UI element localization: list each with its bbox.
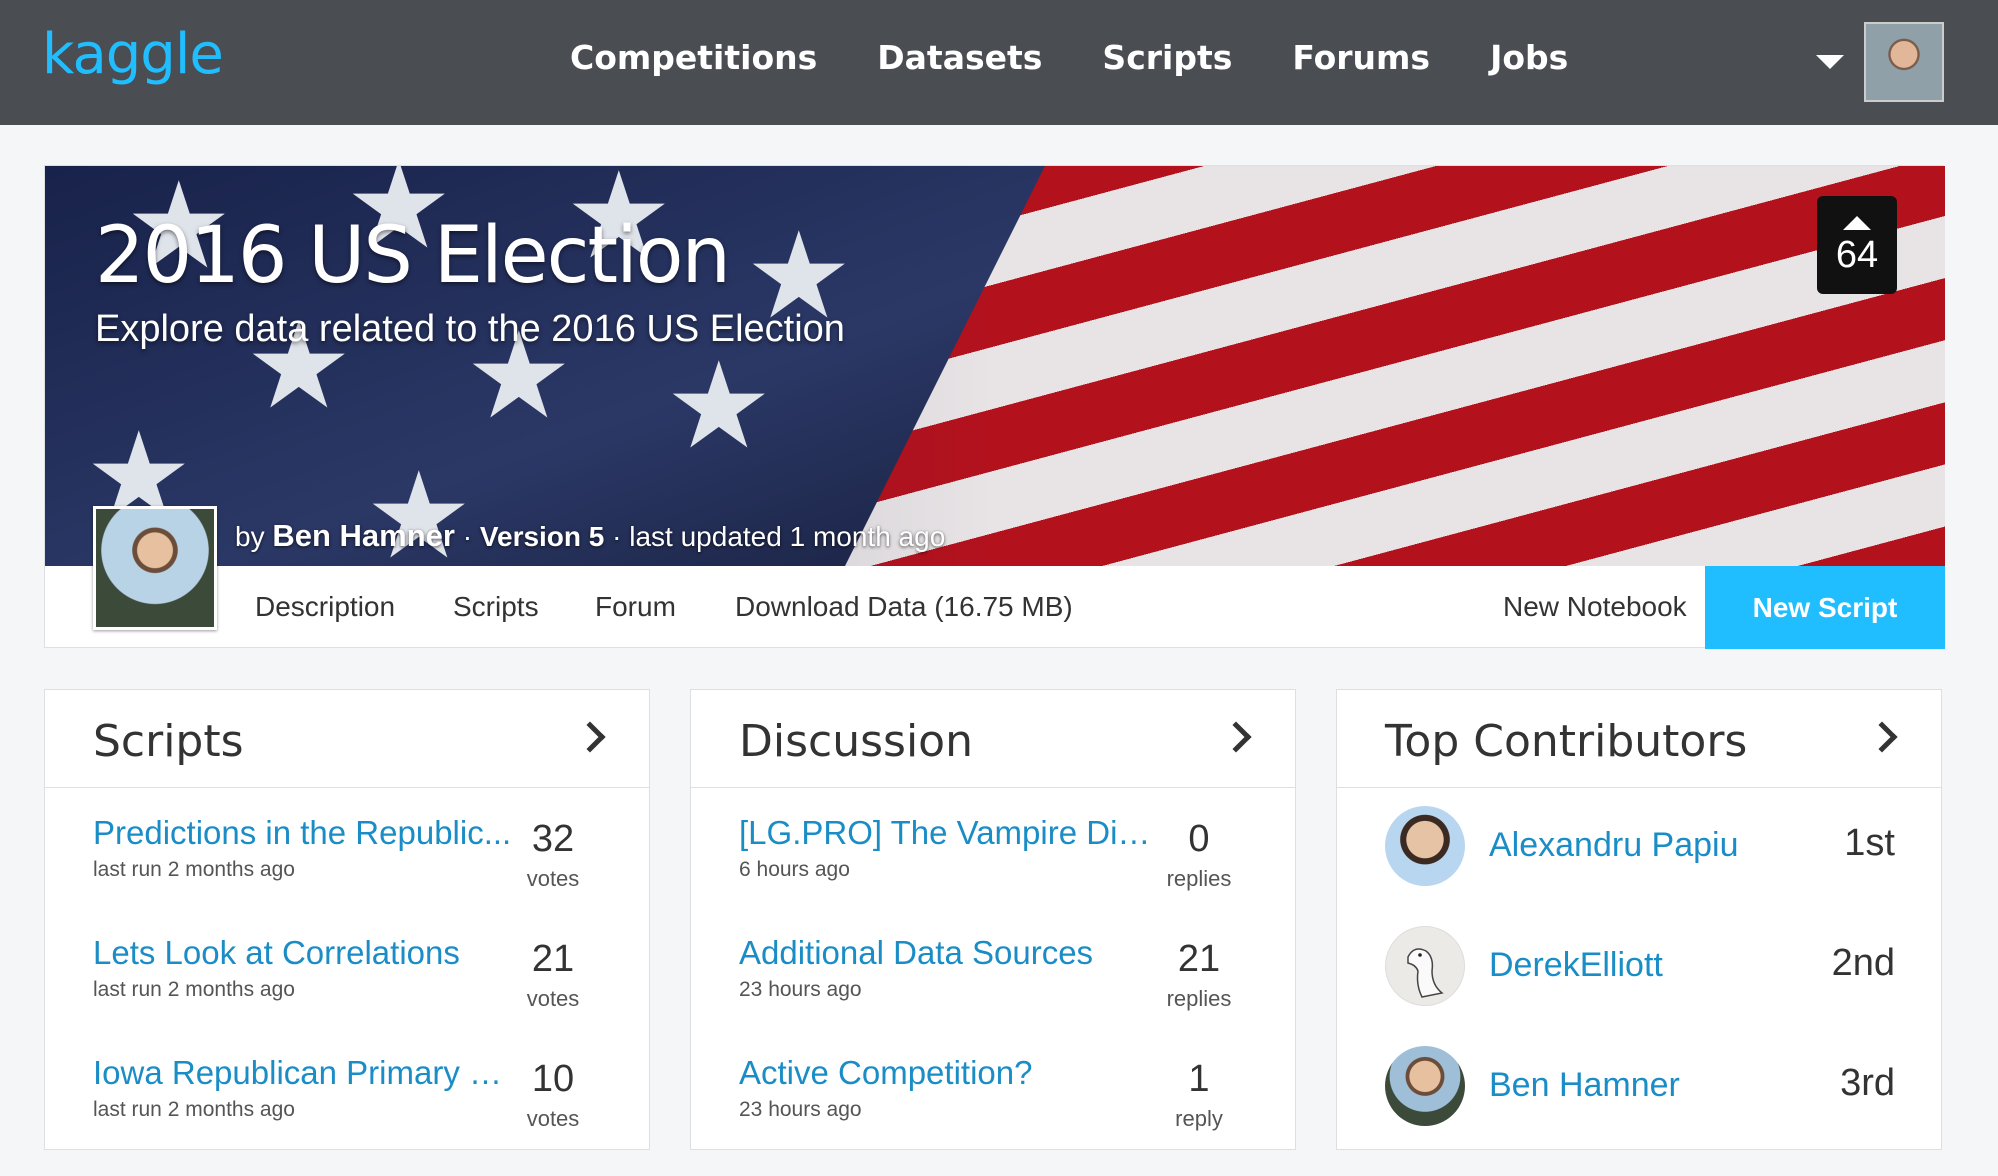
vote-count: 21 (531, 938, 575, 980)
topic-time: 23 hours ago (739, 1098, 862, 1121)
vote-count: 64 (1835, 234, 1879, 276)
scripts-card-header[interactable]: Scripts (45, 690, 649, 788)
avatar[interactable] (1385, 1046, 1465, 1126)
topic-link[interactable]: [LG.PRO] The Vampire Dia... (739, 814, 1159, 852)
script-link[interactable]: Lets Look at Correlations (93, 934, 460, 972)
topic-link[interactable]: Additional Data Sources (739, 934, 1093, 972)
reply-count: 1 (1188, 1058, 1210, 1100)
script-last-run: last run 2 months ago (93, 1098, 295, 1121)
dataset-subtitle: Explore data related to the 2016 US Elec… (95, 308, 845, 350)
version-link[interactable]: Version 5 (480, 521, 605, 552)
list-item: Additional Data Sources 23 hours ago 21 … (739, 934, 1249, 1044)
contributor-link[interactable]: DerekElliott (1489, 946, 1663, 985)
contributor-link[interactable]: Ben Hamner (1489, 1066, 1680, 1105)
nav-jobs[interactable]: Jobs (1490, 38, 1568, 77)
topic-time: 6 hours ago (739, 858, 850, 881)
list-item: DerekElliott 2nd (1385, 926, 1895, 1036)
dataset-header-card: ★ ★ ★ ★ ★ ★ ★ ★ ★ 2016 US Election Explo… (44, 165, 1945, 649)
star-icon: ★ (665, 339, 773, 473)
list-item: Lets Look at Correlations last run 2 mon… (93, 934, 603, 1044)
contributor-rank: 2nd (1831, 942, 1895, 984)
nav-scripts[interactable]: Scripts (1102, 38, 1232, 77)
list-item: Iowa Republican Primary R... last run 2 … (93, 1054, 603, 1164)
script-last-run: last run 2 months ago (93, 858, 295, 881)
list-item: Ben Hamner 3rd (1385, 1046, 1895, 1156)
user-avatar[interactable] (1864, 22, 1944, 102)
vote-unit: votes (526, 866, 580, 891)
vote-unit: votes (526, 986, 580, 1011)
card-title: Top Contributors (1385, 716, 1748, 767)
new-notebook-button[interactable]: New Notebook (1503, 591, 1687, 623)
tab-scripts[interactable]: Scripts (453, 591, 539, 623)
vote-count: 10 (531, 1058, 575, 1100)
contributor-rank: 1st (1844, 822, 1895, 864)
topic-link[interactable]: Active Competition? (739, 1054, 1032, 1092)
reply-unit: reply (1175, 1106, 1223, 1131)
avatar[interactable] (1385, 806, 1465, 886)
discussion-card: Discussion [LG.PRO] The Vampire Dia... 6… (690, 689, 1296, 1150)
list-item: Active Competition? 23 hours ago 1 reply (739, 1054, 1249, 1164)
tab-description[interactable]: Description (255, 591, 395, 623)
nav-forums[interactable]: Forums (1292, 38, 1430, 77)
dataset-tabs: Description Scripts Forum Download Data … (45, 566, 1945, 649)
script-link[interactable]: Iowa Republican Primary R... (93, 1054, 513, 1092)
contributors-card-header[interactable]: Top Contributors (1337, 690, 1941, 788)
byline-by: by (235, 521, 265, 552)
list-item: Predictions in the Republic... last run … (93, 814, 603, 924)
top-contributors-card: Top Contributors Alexandru Papiu 1st Der… (1336, 689, 1942, 1150)
last-updated: · last updated 1 month ago (604, 521, 946, 552)
chevron-right-icon[interactable] (1866, 721, 1898, 753)
vote-count: 32 (531, 818, 575, 860)
byline: by Ben Hamner · Version 5 · last updated… (235, 518, 945, 554)
scripts-card: Scripts Predictions in the Republic... l… (44, 689, 650, 1150)
nav-competitions[interactable]: Competitions (570, 38, 817, 77)
chevron-right-icon[interactable] (1220, 721, 1252, 753)
reply-count: 21 (1177, 938, 1221, 980)
card-title: Scripts (93, 716, 244, 767)
dataset-title: 2016 US Election (95, 211, 731, 301)
contributor-link[interactable]: Alexandru Papiu (1489, 826, 1739, 865)
goose-icon (1407, 948, 1444, 998)
script-link[interactable]: Predictions in the Republic... (93, 814, 511, 852)
script-last-run: last run 2 months ago (93, 978, 295, 1001)
vote-unit: votes (526, 1106, 580, 1131)
tab-download-data[interactable]: Download Data (16.75 MB) (735, 591, 1073, 623)
reply-unit: replies (1166, 986, 1232, 1011)
list-item: [LG.PRO] The Vampire Dia... 6 hours ago … (739, 814, 1249, 924)
reply-count: 0 (1188, 818, 1210, 860)
list-item: Alexandru Papiu 1st (1385, 806, 1895, 916)
reply-unit: replies (1166, 866, 1232, 891)
author-avatar[interactable] (93, 506, 217, 630)
kaggle-logo[interactable]: kaggle (42, 22, 224, 87)
top-navbar: kaggle Competitions Datasets Scripts For… (0, 0, 1998, 125)
discussion-card-header[interactable]: Discussion (691, 690, 1295, 788)
chevron-right-icon[interactable] (574, 721, 606, 753)
new-script-button[interactable]: New Script (1705, 566, 1945, 649)
avatar[interactable] (1385, 926, 1465, 1006)
upvote-arrow-icon (1843, 216, 1871, 230)
flag-banner-image: ★ ★ ★ ★ ★ ★ ★ ★ ★ 2016 US Election Explo… (45, 166, 1945, 566)
tab-forum[interactable]: Forum (595, 591, 676, 623)
byline-separator: · (454, 521, 480, 552)
card-title: Discussion (739, 716, 973, 767)
topic-time: 23 hours ago (739, 978, 862, 1001)
upvote-button[interactable]: 64 (1817, 196, 1897, 294)
contributor-rank: 3rd (1840, 1062, 1895, 1104)
nav-datasets[interactable]: Datasets (877, 38, 1042, 77)
user-menu-caret-icon[interactable] (1816, 55, 1844, 69)
author-link[interactable]: Ben Hamner (272, 518, 455, 553)
main-nav: Competitions Datasets Scripts Forums Job… (570, 38, 1628, 77)
